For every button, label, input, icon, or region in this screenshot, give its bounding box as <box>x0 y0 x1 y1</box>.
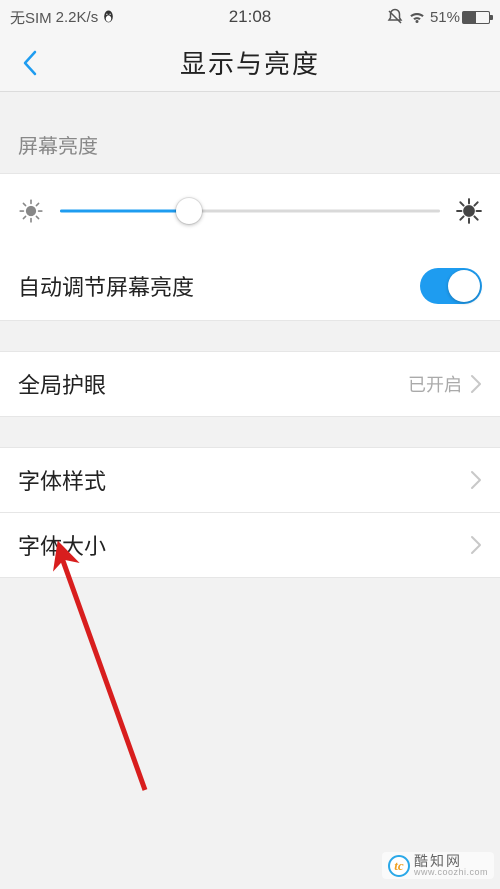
battery-percent: 51% <box>430 9 460 26</box>
nav-header: 显示与亮度 <box>0 34 500 92</box>
wifi-icon <box>408 8 426 26</box>
watermark-url: www.coozhi.com <box>414 868 488 877</box>
auto-brightness-row: 自动调节屏幕亮度 <box>0 252 500 321</box>
font-style-row[interactable]: 字体样式 <box>0 447 500 513</box>
eyecare-value: 已开启 <box>408 371 462 397</box>
annotation-arrow <box>40 540 160 800</box>
brightness-section-label: 屏幕亮度 <box>0 122 500 173</box>
qq-icon <box>102 9 115 25</box>
status-carrier: 无SIM <box>10 7 52 28</box>
watermark: tc 酷知网 www.coozhi.com <box>382 852 494 879</box>
chevron-right-icon <box>470 374 482 394</box>
back-button[interactable] <box>8 34 52 91</box>
battery-fill <box>463 12 476 23</box>
auto-brightness-toggle[interactable] <box>420 268 482 304</box>
chevron-right-icon <box>470 470 482 490</box>
battery-indicator: 51% <box>430 9 490 26</box>
status-netspeed: 2.2K/s <box>56 9 99 26</box>
status-bar: 无SIM 2.2K/s 21:08 51% <box>0 0 500 34</box>
chevron-right-icon <box>470 535 482 555</box>
font-style-label: 字体样式 <box>18 464 470 496</box>
auto-brightness-label: 自动调节屏幕亮度 <box>18 270 420 302</box>
brightness-slider[interactable] <box>60 199 440 223</box>
eyecare-label: 全局护眼 <box>18 368 408 400</box>
brightness-row <box>0 173 500 252</box>
watermark-logo: tc <box>388 855 410 877</box>
eyecare-row[interactable]: 全局护眼 已开启 <box>0 351 500 417</box>
watermark-name: 酷知网 <box>414 854 488 868</box>
font-size-row[interactable]: 字体大小 <box>0 513 500 578</box>
font-size-label: 字体大小 <box>18 529 470 561</box>
page-title: 显示与亮度 <box>180 44 320 81</box>
dnd-icon <box>386 8 404 26</box>
brightness-high-icon <box>456 198 482 224</box>
status-time: 21:08 <box>229 7 272 26</box>
brightness-low-icon <box>18 198 44 224</box>
